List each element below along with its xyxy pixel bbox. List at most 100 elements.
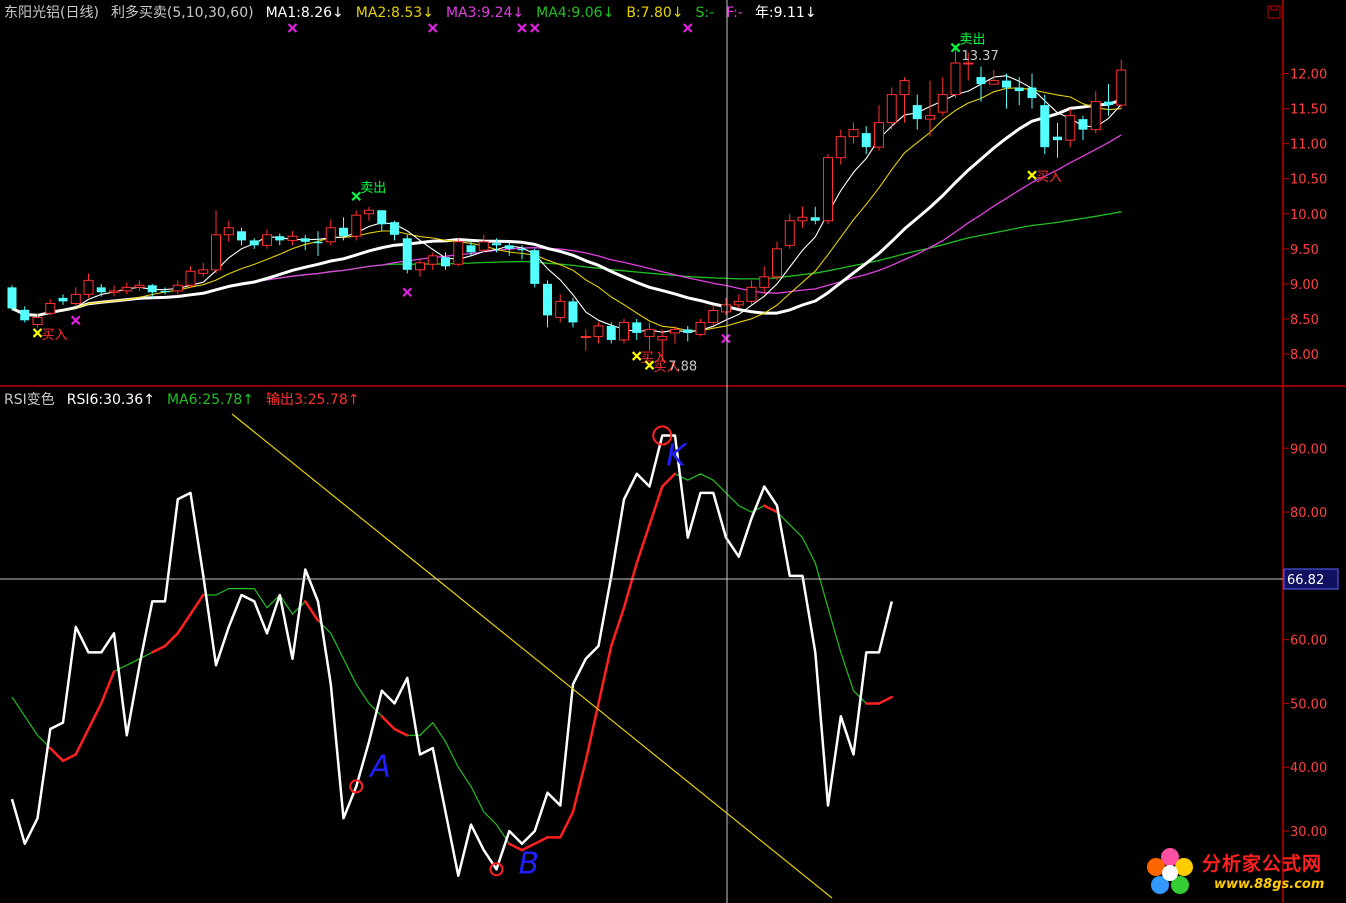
watermark: 分析家公式网 www.88gs.com [1140,843,1346,903]
buy-signal-label: 买入 [1036,170,1062,185]
candle [835,129,846,165]
candle-body [937,94,948,113]
candle-body [733,300,744,306]
window-restore-icon[interactable] [1267,5,1281,19]
candle-body [810,217,820,221]
candlestick-series[interactable] [7,45,1127,361]
candle [733,294,744,309]
candle-body [1040,105,1050,148]
candle-body [478,241,489,251]
candle-body [211,234,221,271]
candle [1002,73,1011,109]
candle-body [899,80,910,96]
price-extreme-label: 13.37 [962,49,999,64]
candle-body [517,248,527,251]
candle [1090,91,1101,134]
rsi-tick-label: 60.00 [1290,634,1327,649]
header-segment: F:- [726,5,743,21]
candle-body [7,287,17,309]
candle [1027,73,1037,109]
candle-body [632,322,642,333]
candle-body [147,285,157,293]
candle-body [568,301,578,323]
candle-body [223,227,234,236]
candle [58,294,68,305]
magenta-marker [70,315,81,326]
rsi-output3-segment [49,746,65,763]
candle-body [950,62,961,96]
candle-body [1078,119,1088,130]
candle-body [695,321,706,335]
candle [1065,108,1076,148]
candle [160,287,170,295]
candle-body [823,157,833,222]
buy-signal-mark [32,328,43,338]
candle [619,318,629,344]
rsi-output3-segment [597,644,613,705]
candle-body [861,133,871,148]
candle-body [70,293,81,304]
candle [313,231,323,256]
rsi-output3-segment [304,600,320,622]
price-tick-label: 9.00 [1290,278,1319,293]
candle [262,229,272,249]
rsi-output3-segment [584,702,600,763]
rsi-output3-segment [151,644,167,654]
candle-body [185,270,196,286]
candle-body [287,235,298,241]
rsi-output3-segment [74,727,90,756]
candle [746,280,757,305]
candle-body [721,304,731,313]
rsi-output3-segment [559,810,575,839]
price-tick-label: 8.00 [1290,348,1319,363]
candle-body [492,243,501,246]
candle-body [402,238,412,270]
candle [402,234,412,274]
candle-body [121,286,132,292]
candle [683,325,693,342]
header-segment: RSI变色 [4,391,55,408]
candle [950,45,961,99]
candle [325,219,336,246]
rsi6-line [10,434,894,877]
header-segment: MA2:8.53↓ [356,5,434,21]
candle-body [415,262,425,271]
candle-body [198,269,209,274]
stock-chart-canvas[interactable]: 12.00 11.50 11.00 10.50 10.00 9.50 9.00 8.50 8.0… [0,0,1346,903]
price-tick-label: 10.50 [1290,173,1327,188]
candle-body [160,290,170,293]
candle-body [759,276,770,288]
candle [530,248,540,288]
candle-body [504,245,514,249]
candle [237,227,246,246]
rsi-tick-label: 90.00 [1290,442,1327,457]
candle-body [109,290,119,293]
candle-body [275,236,285,241]
candle-body [848,129,859,138]
price-moving-averages [11,75,1122,333]
candle-body [441,257,450,267]
candle [555,294,566,323]
sell-signal-mark [351,191,362,202]
price-tick-label: 11.00 [1290,138,1327,153]
candle-body [683,329,693,333]
candle-body [1002,80,1011,88]
buy-signal-mark [631,351,642,361]
candle-body [835,136,846,159]
candle-body [925,115,935,120]
candle [287,231,298,246]
candle-body [976,77,986,85]
header-segment: 输出3:25.78↑ [266,392,359,408]
magenta-top-marker [427,23,438,33]
candle-body [555,300,566,319]
rsi-series[interactable] [10,434,894,877]
candle-body [172,284,183,292]
candle [300,234,310,251]
magenta-top-marker [517,23,527,33]
rsi-ma6-line [11,473,893,851]
candle [172,280,183,295]
candle-body [797,216,808,222]
candle-body [1053,136,1062,141]
candle [861,126,871,155]
candle-body [466,245,476,253]
